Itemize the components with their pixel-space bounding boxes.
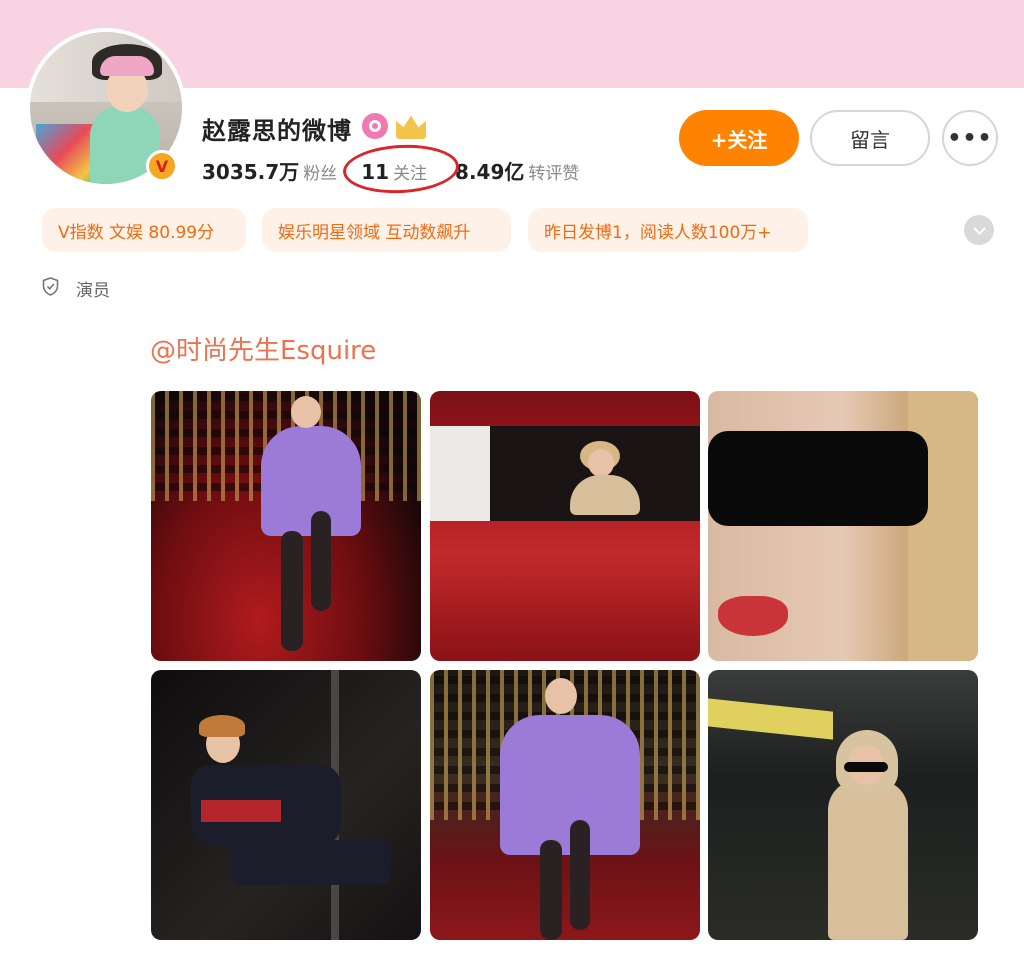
- post-photo[interactable]: [151, 670, 421, 940]
- highlight-circle-annotation: [341, 141, 461, 197]
- tag-entertainment-domain[interactable]: 娱乐明星领域 互动数飙升: [262, 208, 511, 252]
- tag-v-index[interactable]: V指数 文娱 80.99分: [42, 208, 246, 252]
- profile-name: 赵露思的微博: [202, 117, 352, 145]
- stat-interactions-label: 转评赞: [528, 164, 580, 184]
- more-options-button[interactable]: •••: [942, 110, 998, 166]
- verified-v-icon: V: [146, 150, 178, 182]
- post-photo[interactable]: [708, 391, 978, 661]
- post-mention-link[interactable]: @时尚先生Esquire: [150, 330, 376, 367]
- stat-interactions[interactable]: 8.49亿 转评赞: [455, 156, 579, 185]
- message-button[interactable]: 留言: [810, 110, 930, 166]
- stat-fans[interactable]: 3035.7万 粉丝: [202, 156, 337, 185]
- chevron-down-icon[interactable]: [964, 215, 994, 245]
- crown-icon[interactable]: [396, 113, 426, 139]
- stat-interactions-value: 8.49亿: [455, 160, 525, 184]
- vip-ring-icon[interactable]: [362, 113, 388, 139]
- post-photo[interactable]: [430, 670, 700, 940]
- tag-yesterday-post[interactable]: 昨日发博1，阅读人数100万+: [528, 208, 808, 252]
- stat-fans-value: 3035.7万: [202, 160, 300, 184]
- profile-role: 演员: [76, 281, 110, 301]
- follow-button[interactable]: +关注: [679, 110, 799, 166]
- stat-fans-label: 粉丝: [303, 164, 338, 184]
- shield-icon: [42, 277, 59, 296]
- post-photo[interactable]: [430, 391, 700, 661]
- post-photo[interactable]: [151, 391, 421, 661]
- post-photo[interactable]: [708, 670, 978, 940]
